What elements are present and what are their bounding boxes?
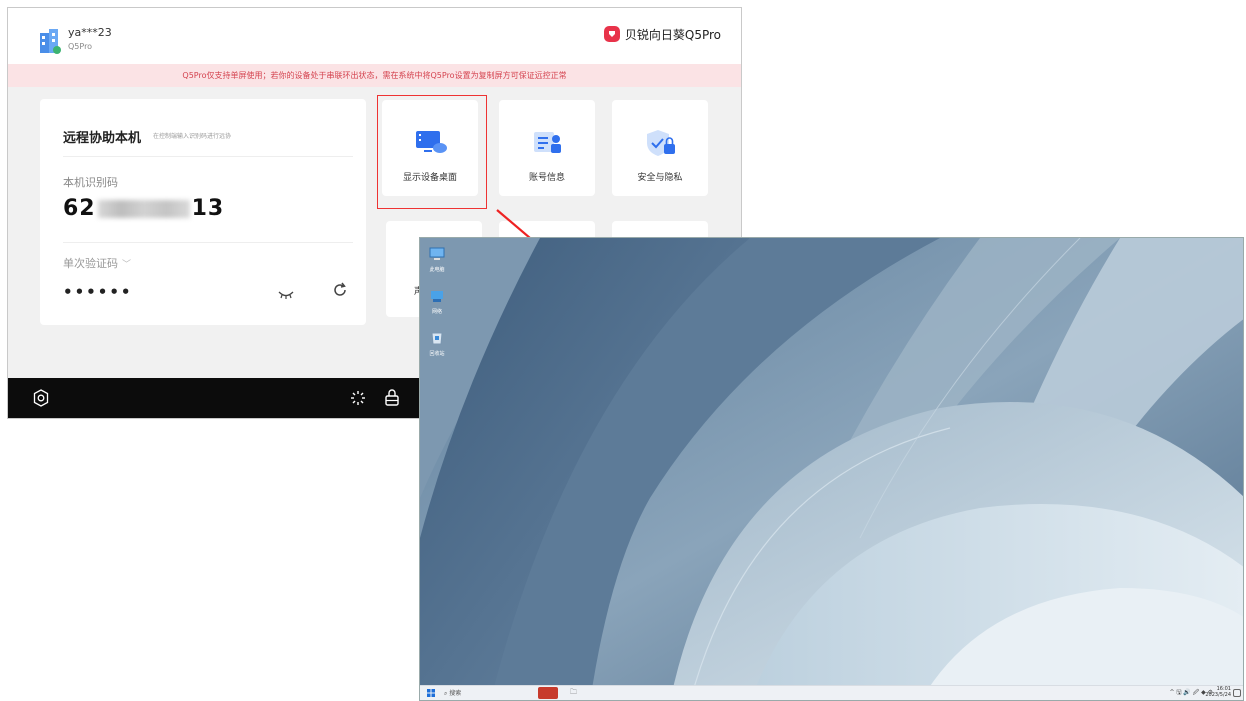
network-icon bbox=[431, 291, 443, 302]
eye-closed-icon[interactable] bbox=[278, 290, 294, 300]
tile-label: 安全与隐私 bbox=[637, 173, 683, 183]
taskbar: ⌕ 搜索 🗀 ^ 🖫 🔊 🖉 ◆ ⚙ 16:01 2023/5/24 bbox=[420, 685, 1243, 700]
device-id-suffix: 13 bbox=[191, 196, 225, 221]
tile-label: 账号信息 bbox=[528, 173, 565, 183]
clock-date: 2023/5/24 bbox=[1205, 692, 1231, 698]
verification-code-label: 单次验证码 bbox=[63, 257, 118, 270]
desktop-icon-label: 回收站 bbox=[429, 351, 445, 357]
sunlogin-logo-icon bbox=[603, 26, 620, 42]
desktop-icon-label: 网络 bbox=[431, 309, 442, 315]
verification-code-value: •••••• bbox=[63, 283, 133, 301]
card-title: 远程协助本机 bbox=[63, 131, 142, 146]
user-name: ya***23 bbox=[68, 26, 112, 39]
blurred-digits bbox=[97, 200, 190, 218]
refresh-icon[interactable] bbox=[332, 282, 348, 298]
tile-security-privacy[interactable]: 安全与隐私 bbox=[612, 100, 708, 196]
this-pc-icon bbox=[429, 247, 445, 260]
taskbar-search[interactable]: ⌕ 搜索 bbox=[444, 688, 461, 698]
desktop-icon-label: 此电脑 bbox=[429, 267, 445, 273]
remote-desktop-view[interactable]: 此电脑 网络 回收站 ⌕ 搜索 🗀 ^ 🖫 🔊 🖉 ◆ ⚙ 16:01 2023… bbox=[419, 237, 1244, 701]
device-name: Q5Pro bbox=[68, 42, 93, 51]
device-id-label: 本机识别码 bbox=[63, 176, 118, 189]
search-label: 搜索 bbox=[449, 690, 462, 697]
highlight-box bbox=[377, 95, 487, 209]
app-header: ya***23 Q5Pro 贝锐向日葵Q5Pro bbox=[8, 8, 741, 64]
notice-banner: Q5Pro仅支持单屏使用；若你的设备处于串联环出状态，需在系统中将Q5Pro设置… bbox=[8, 64, 741, 87]
device-id-prefix: 62 bbox=[63, 196, 96, 221]
desktop-icon-recycle-bin[interactable]: 回收站 bbox=[424, 330, 450, 357]
recycle-bin-icon bbox=[431, 332, 443, 345]
security-privacy-icon bbox=[647, 130, 675, 156]
tile-account-info[interactable]: 账号信息 bbox=[499, 100, 595, 196]
divider bbox=[63, 156, 353, 157]
desktop-icon-this-pc[interactable]: 此电脑 bbox=[424, 246, 450, 273]
brand-name: 贝锐向日葵Q5Pro bbox=[624, 27, 721, 42]
card-hint: 在控制端输入识别码进行远协 bbox=[153, 133, 232, 140]
taskbar-app-icon[interactable] bbox=[538, 687, 558, 699]
settings-gear-icon[interactable] bbox=[32, 389, 50, 407]
brand: 贝锐向日葵Q5Pro bbox=[603, 25, 721, 43]
remote-assist-card: 远程协助本机 在控制端输入识别码进行远协 本机识别码 62 13 单次验证码 ﹀ •… bbox=[40, 99, 366, 325]
lock-icon[interactable] bbox=[384, 388, 400, 406]
windows-start-icon[interactable] bbox=[427, 689, 435, 697]
file-explorer-icon[interactable]: 🗀 bbox=[570, 688, 577, 699]
notification-icon[interactable] bbox=[1233, 689, 1241, 697]
verification-code-dropdown[interactable]: 单次验证码 ﹀ bbox=[63, 255, 131, 271]
account-info-icon bbox=[534, 132, 561, 153]
desktop-icon-network[interactable]: 网络 bbox=[424, 288, 450, 315]
divider bbox=[63, 242, 353, 243]
loading-spinner-icon[interactable] bbox=[350, 390, 366, 406]
chevron-down-icon: ﹀ bbox=[122, 260, 132, 270]
avatar-building-icon[interactable] bbox=[37, 27, 63, 55]
windows-wallpaper bbox=[420, 238, 1243, 700]
taskbar-clock[interactable]: 16:01 2023/5/24 bbox=[1205, 686, 1231, 698]
device-id-value: 62 13 bbox=[63, 196, 224, 221]
